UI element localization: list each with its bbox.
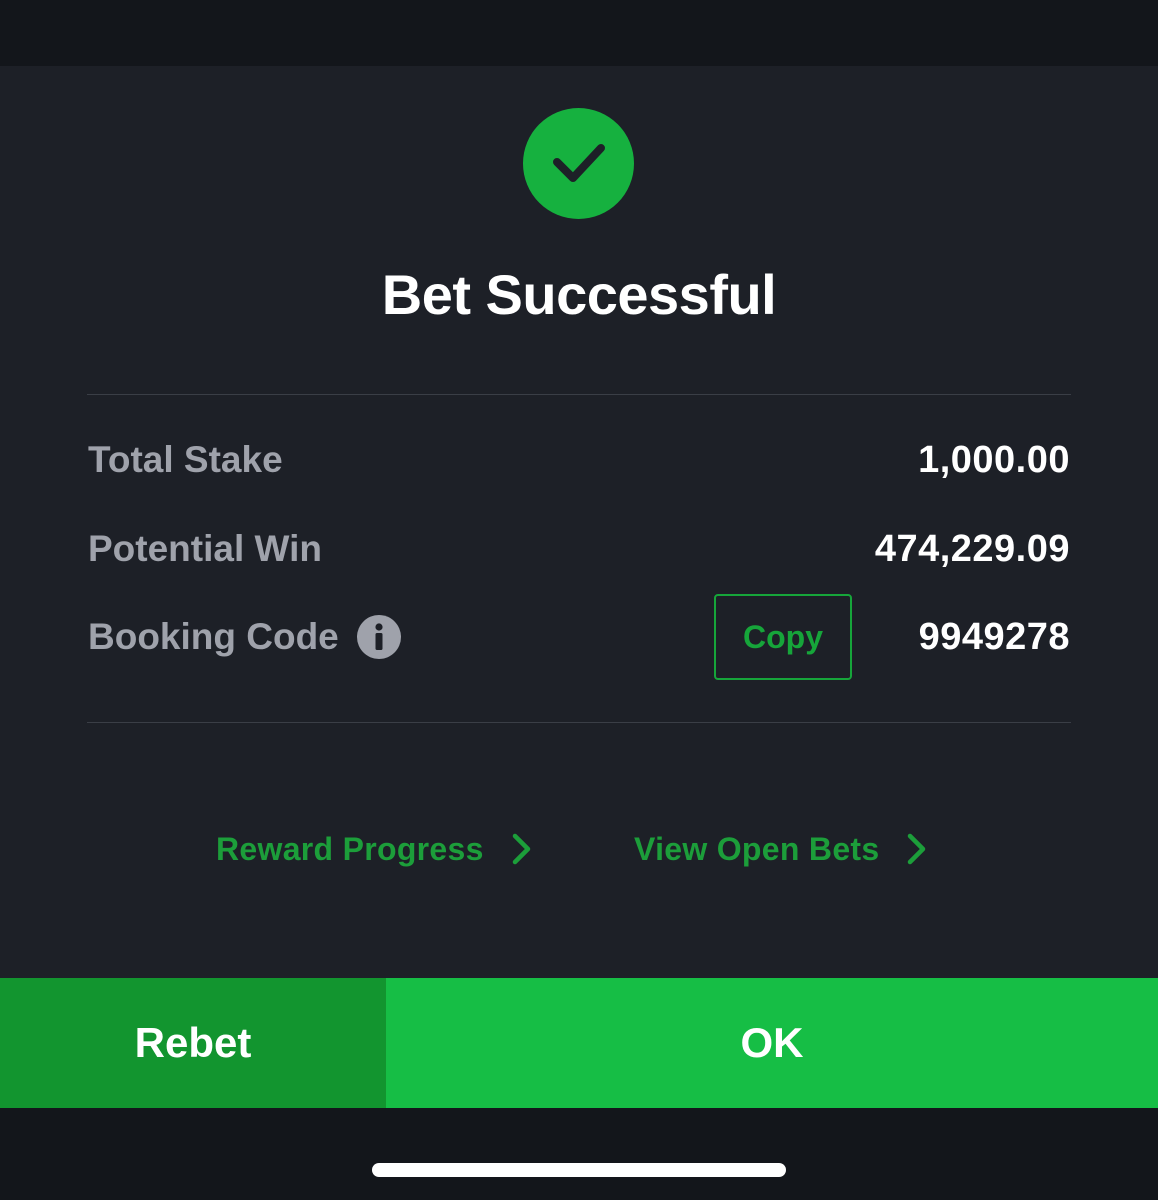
reward-progress-label: Reward Progress	[216, 830, 484, 867]
potential-win-value: 474,229.09	[874, 528, 1070, 570]
divider-bottom	[87, 722, 1071, 723]
view-open-bets-label: View Open Bets	[634, 830, 880, 867]
total-stake-value: 1,000.00	[918, 439, 1070, 481]
bottom-safe-area	[0, 1108, 1158, 1200]
rebet-button[interactable]: Rebet	[0, 978, 386, 1108]
reward-progress-link[interactable]: Reward Progress	[216, 826, 532, 872]
view-open-bets-link[interactable]: View Open Bets	[634, 826, 927, 872]
top-bar	[0, 0, 1158, 66]
copy-booking-code-button[interactable]: Copy	[714, 594, 852, 680]
info-icon[interactable]	[357, 615, 401, 659]
booking-code-value: 9949278	[918, 616, 1070, 658]
dialog-title: Bet Successful	[381, 263, 777, 326]
total-stake-label: Total Stake	[88, 439, 283, 480]
potential-win-label: Potential Win	[88, 528, 322, 569]
divider-top	[87, 394, 1071, 395]
chevron-right-icon	[510, 832, 532, 866]
checkmark-icon	[552, 143, 605, 182]
ok-button[interactable]: OK	[386, 978, 1158, 1108]
home-indicator[interactable]	[372, 1163, 786, 1177]
booking-code-label: Booking Code	[88, 616, 339, 657]
bet-success-screen: Bet Successful Total Stake 1,000.00 Pote…	[0, 0, 1158, 1200]
chevron-right-icon	[905, 832, 927, 866]
info-glyph-icon	[375, 623, 383, 650]
check-circle-icon	[523, 108, 634, 219]
